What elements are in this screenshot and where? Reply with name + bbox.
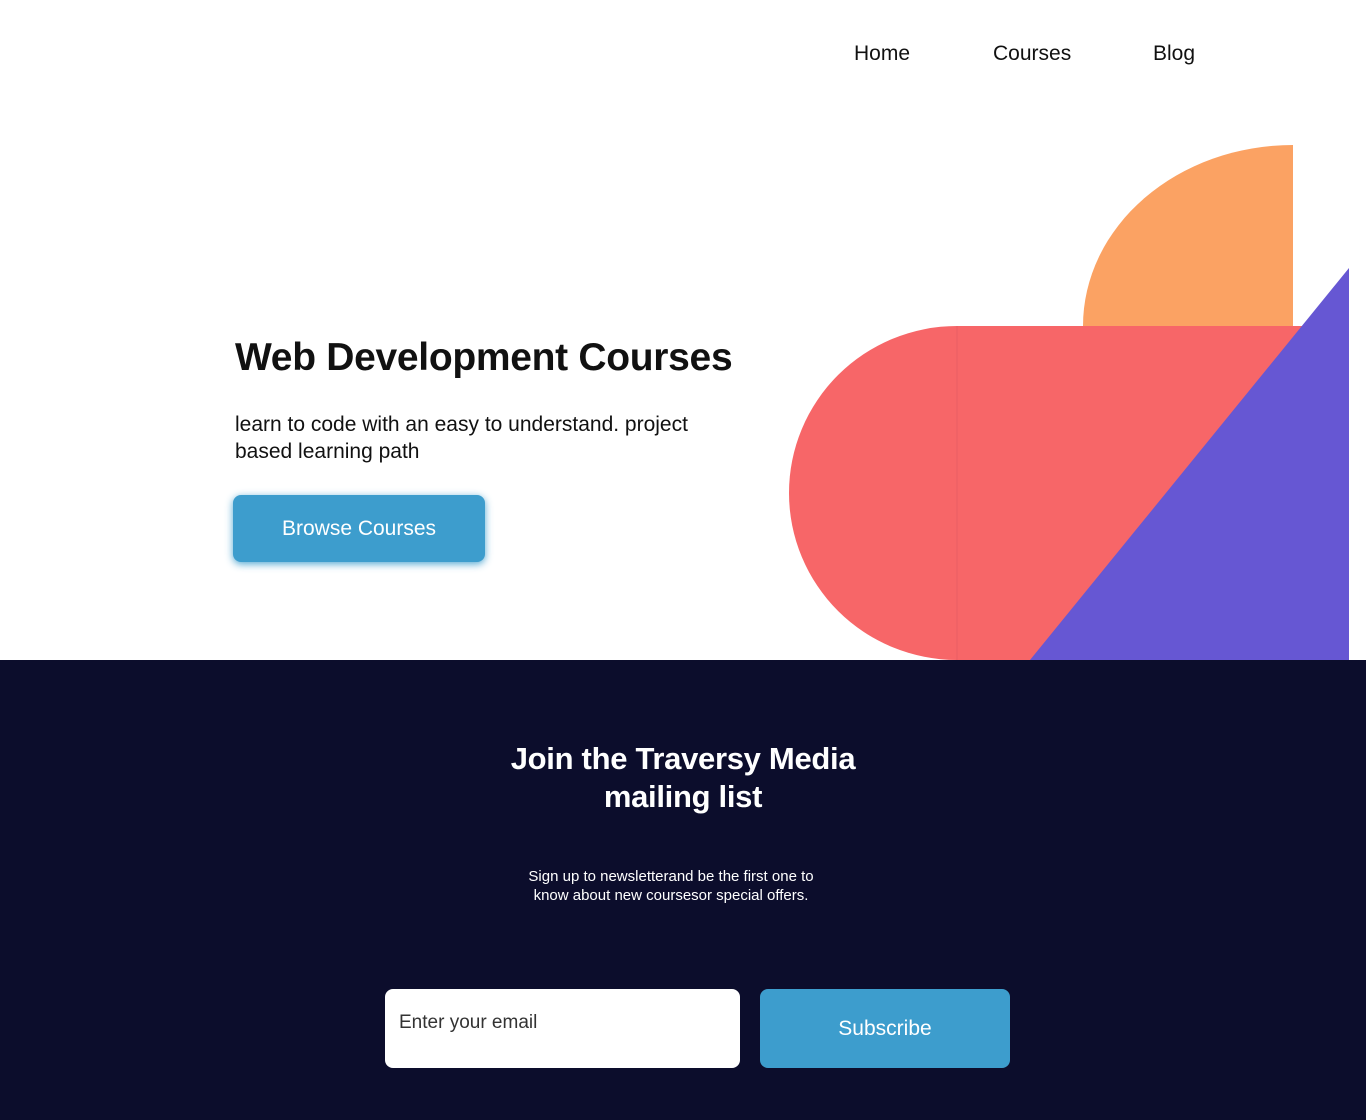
hero-decorative-shapes — [789, 145, 1349, 660]
subscribe-button[interactable]: Subscribe — [760, 989, 1010, 1068]
coral-half-circle-shape — [789, 326, 957, 660]
email-input[interactable] — [385, 989, 740, 1068]
nav-item-courses[interactable]: Courses — [993, 40, 1071, 68]
newsletter-section: Join the Traversy Media mailing list Sig… — [0, 660, 1366, 1120]
nav-item-home[interactable]: Home — [854, 40, 910, 68]
newsletter-title-line2: mailing list — [603, 779, 763, 814]
hero-description: learn to code with an easy to understand… — [235, 413, 688, 463]
newsletter-description-line2: know about new coursesor special offers. — [533, 887, 809, 904]
nav-item-blog[interactable]: Blog — [1153, 40, 1195, 68]
page: Web Development Courses learn to code wi… — [0, 0, 1366, 1120]
newsletter-title: Join the Traversy Media mailing list — [0, 740, 1366, 816]
newsletter-description: Sign up to newsletterand be the first on… — [0, 867, 1342, 905]
orange-quarter-circle-shape — [1083, 145, 1293, 326]
newsletter-title-line1: Join the Traversy Media — [510, 741, 856, 776]
hero-section: Web Development Courses learn to code wi… — [0, 0, 1366, 660]
browse-courses-button[interactable]: Browse Courses — [233, 495, 485, 562]
newsletter-description-line1: Sign up to newsletterand be the first on… — [528, 868, 814, 885]
hero-title: Web Development Courses — [235, 336, 733, 379]
